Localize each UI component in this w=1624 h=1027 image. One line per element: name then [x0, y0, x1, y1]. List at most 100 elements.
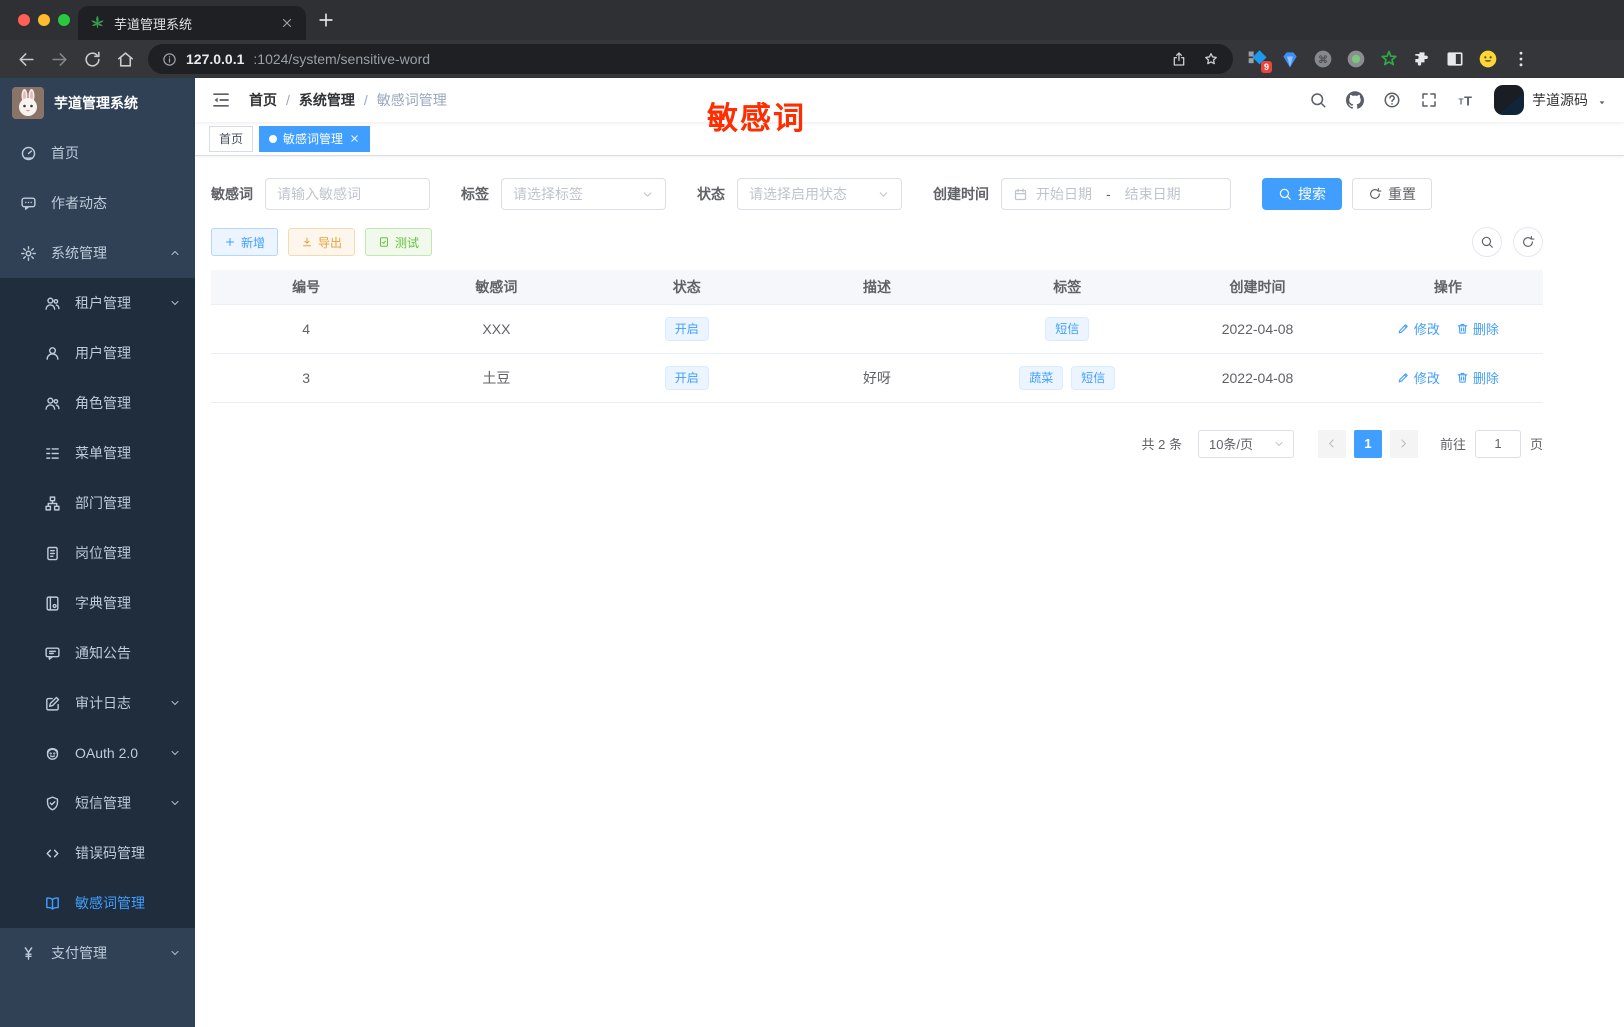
- fullscreen-icon[interactable]: [1420, 91, 1438, 109]
- filter-keyword: 敏感词 请输入敏感词: [211, 178, 430, 210]
- edit-link[interactable]: 修改: [1397, 368, 1440, 387]
- maximize-window-button[interactable]: [58, 14, 70, 26]
- page-number-button[interactable]: 1: [1353, 429, 1382, 458]
- tag-select[interactable]: 请选择标签: [501, 178, 666, 210]
- sidebar-item[interactable]: 租户管理: [0, 278, 195, 328]
- share-icon[interactable]: [1171, 51, 1187, 67]
- sidebar-item[interactable]: 敏感词管理: [0, 878, 195, 928]
- breadcrumb-item[interactable]: 系统管理: [299, 90, 355, 110]
- table-tools: [1472, 227, 1543, 257]
- test-button[interactable]: 测试: [365, 228, 433, 256]
- tag-badge: 短信: [1045, 316, 1090, 341]
- record-icon[interactable]: [1346, 49, 1366, 69]
- edit-link[interactable]: 修改: [1397, 319, 1440, 338]
- sidebar-item[interactable]: 错误码管理: [0, 828, 195, 878]
- sidebar-item[interactable]: 菜单管理: [0, 428, 195, 478]
- sidebar-item[interactable]: 支付管理: [0, 928, 195, 978]
- cell-status: 开启: [591, 304, 782, 354]
- show-search-button[interactable]: [1472, 227, 1502, 257]
- export-button[interactable]: 导出: [288, 228, 356, 256]
- kebab-menu-icon[interactable]: [1511, 49, 1531, 69]
- sidebar-collapse-icon[interactable]: [211, 90, 231, 110]
- date-range-picker[interactable]: 开始日期 - 结束日期: [1001, 178, 1231, 210]
- chevron-left-icon: [1325, 437, 1338, 450]
- star-icon[interactable]: [1203, 51, 1219, 67]
- github-icon[interactable]: [1346, 91, 1364, 109]
- keyword-input[interactable]: 请输入敏感词: [265, 178, 430, 210]
- breadcrumb-item[interactable]: 首页: [249, 90, 277, 110]
- reload-icon[interactable]: [83, 50, 102, 69]
- goto-label: 前往: [1439, 437, 1466, 452]
- tab-close-icon[interactable]: [280, 16, 294, 30]
- filter-label: 创建时间: [933, 186, 989, 202]
- goto-page-input[interactable]: 1: [1474, 429, 1521, 458]
- sidebar-item[interactable]: 角色管理: [0, 378, 195, 428]
- menu-tree-icon: [44, 445, 61, 462]
- sidebar-item[interactable]: 字典管理: [0, 578, 195, 628]
- edit-link-label: 修改: [1413, 371, 1440, 386]
- delete-link[interactable]: 删除: [1456, 368, 1499, 387]
- url-bar[interactable]: 127.0.0.1 :1024/system/sensitive-word: [148, 44, 1233, 74]
- calendar-icon: [1013, 187, 1028, 202]
- green-star-icon[interactable]: [1379, 49, 1399, 69]
- app-shell: 芋道管理系统 首页 作者动态 系统管理 租户管理 用户管理 角色管理 菜单管理 部门管理 岗位管…: [0, 78, 1624, 1027]
- delete-link[interactable]: 删除: [1456, 319, 1499, 338]
- home-icon[interactable]: [116, 50, 135, 69]
- keyword-placeholder: 请输入敏感词: [277, 186, 361, 202]
- sidebar-item-label: 短信管理: [75, 795, 131, 811]
- pay-yen-icon: [20, 945, 37, 962]
- profile-avatar-icon[interactable]: [1478, 49, 1498, 69]
- close-window-button[interactable]: [18, 14, 30, 26]
- browser-tab-title: 芋道管理系统: [114, 16, 193, 32]
- svg-text:⌘: ⌘: [1318, 55, 1328, 66]
- search-icon[interactable]: [1309, 91, 1327, 109]
- oauth-icon: [44, 745, 61, 762]
- puzzle-icon[interactable]: [1412, 49, 1432, 69]
- tags-view-tab[interactable]: 首页: [209, 125, 254, 152]
- user-menu[interactable]: 芋道源码: [1494, 85, 1608, 115]
- minimize-window-button[interactable]: [38, 14, 50, 26]
- next-page-button[interactable]: [1389, 429, 1418, 458]
- sidebar-item[interactable]: 通知公告: [0, 628, 195, 678]
- gem-icon[interactable]: [1280, 49, 1300, 69]
- question-icon[interactable]: [1383, 91, 1401, 109]
- new-tab-button[interactable]: [316, 10, 336, 30]
- sidebar-logo[interactable]: 芋道管理系统: [0, 78, 195, 128]
- status-tag: 开启: [664, 316, 709, 341]
- prev-page-button[interactable]: [1317, 429, 1346, 458]
- sidebar-item[interactable]: 用户管理: [0, 328, 195, 378]
- page-size-value: 10条/页: [1208, 437, 1254, 452]
- command-icon[interactable]: ⌘: [1313, 49, 1333, 69]
- filter-label: 标签: [461, 186, 489, 202]
- cell-description: [781, 304, 973, 354]
- sidebar-item[interactable]: 审计日志: [0, 678, 195, 728]
- page-size-select[interactable]: 10条/页: [1197, 429, 1294, 458]
- extensions-grid-icon[interactable]: 9: [1247, 49, 1272, 73]
- sidebar-item[interactable]: 部门管理: [0, 478, 195, 528]
- forward-icon[interactable]: [50, 50, 69, 69]
- sidebar-item[interactable]: 短信管理: [0, 778, 195, 828]
- browser-tab[interactable]: 芋道管理系统: [78, 6, 306, 40]
- status-select[interactable]: 请选择启用状态: [737, 178, 902, 210]
- edit-icon: [1397, 371, 1410, 384]
- font-size-icon[interactable]: TT: [1457, 91, 1475, 109]
- side-panel-icon[interactable]: [1445, 49, 1465, 69]
- sidebar-item[interactable]: 作者动态: [0, 178, 195, 228]
- search-button[interactable]: 搜索: [1262, 178, 1342, 210]
- sms-shield-icon: [44, 795, 61, 812]
- sidebar-item[interactable]: 系统管理: [0, 228, 195, 278]
- cell-actions: 修改 删除: [1352, 353, 1543, 403]
- annotation-text: 敏感词: [707, 101, 806, 136]
- sidebar-item-label: 支付管理: [51, 945, 107, 961]
- reset-button[interactable]: 重置: [1352, 178, 1432, 210]
- sidebar-item[interactable]: 首页: [0, 128, 195, 178]
- refresh-table-button[interactable]: [1513, 227, 1543, 257]
- info-icon[interactable]: [162, 52, 177, 67]
- sidebar-item[interactable]: OAuth 2.0: [0, 728, 195, 778]
- tags-view-tab[interactable]: 敏感词管理: [259, 125, 371, 152]
- dashboard-icon: [20, 145, 37, 162]
- tags-view-bar: 首页 敏感词管理: [195, 122, 1624, 156]
- back-icon[interactable]: [17, 50, 36, 69]
- sidebar-item[interactable]: 岗位管理: [0, 528, 195, 578]
- add-button[interactable]: 新增: [211, 228, 279, 256]
